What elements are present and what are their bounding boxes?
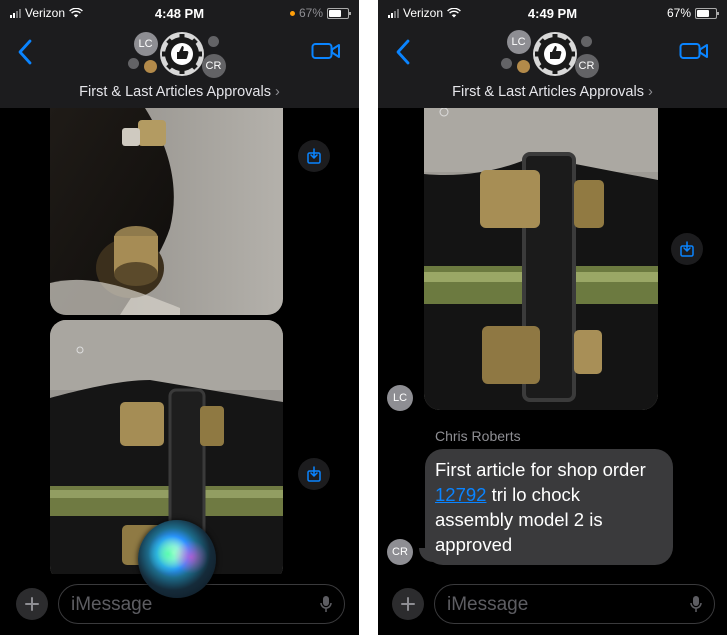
battery-percent: 67%	[666, 6, 691, 20]
sender-name: Chris Roberts	[435, 428, 521, 444]
save-photo-button[interactable]	[298, 140, 330, 172]
battery-group: 67%	[666, 6, 719, 20]
conversation-title-text: First & Last Articles Approvals	[79, 84, 271, 100]
avatar: CR	[574, 54, 599, 78]
conversation-title-text: First & Last Articles Approvals	[452, 84, 644, 100]
plus-icon	[25, 597, 39, 611]
plus-icon	[401, 597, 415, 611]
message-composer: iMessage	[378, 574, 727, 635]
message-photo[interactable]	[50, 108, 283, 315]
download-icon	[307, 148, 321, 164]
video-camera-icon[interactable]	[311, 40, 341, 62]
group-photo	[159, 32, 204, 76]
sender-avatar[interactable]: CR	[387, 539, 413, 565]
left-phone-screen: Verizon 4:48 PM 67% LC CR First & Last A…	[0, 0, 359, 635]
avatar-small	[580, 36, 592, 47]
message-input[interactable]: iMessage	[58, 584, 345, 624]
message-input-placeholder: iMessage	[71, 594, 153, 615]
gear-thumbs-up-icon	[161, 34, 202, 74]
microphone-icon[interactable]	[320, 595, 332, 613]
gear-thumbs-up-icon	[534, 34, 575, 74]
avatar-small-photo	[516, 60, 530, 73]
battery-icon	[695, 7, 719, 19]
avatar: LC	[506, 30, 531, 54]
battery-icon	[327, 7, 351, 19]
right-phone-screen: Verizon 4:49 PM 67% LC CR First & Last A…	[378, 0, 727, 635]
conversation-header: Verizon 4:49 PM 67% LC CR First & Last A…	[378, 0, 727, 108]
message-input-placeholder: iMessage	[447, 594, 529, 615]
privacy-indicator-dot	[289, 10, 295, 16]
siri-orb-icon[interactable]	[138, 520, 216, 598]
message-bubble[interactable]: First article for shop order 12792 tri l…	[425, 449, 673, 565]
message-photo[interactable]	[424, 108, 658, 410]
battery-percent: 67%	[298, 6, 323, 20]
save-photo-button[interactable]	[298, 458, 330, 490]
apps-plus-button[interactable]	[16, 588, 48, 620]
download-icon	[680, 241, 694, 257]
save-photo-button[interactable]	[671, 233, 703, 265]
avatar: CR	[201, 54, 226, 78]
battery-group: 67%	[289, 6, 351, 20]
message-text-part: First article for shop order	[435, 459, 646, 480]
conversation-header: Verizon 4:48 PM 67% LC CR First & Last A…	[0, 0, 359, 108]
message-input[interactable]: iMessage	[434, 584, 715, 624]
photo-image	[50, 108, 283, 315]
avatar: LC	[133, 32, 158, 56]
group-avatar-cluster[interactable]: LC CR	[493, 26, 613, 82]
sender-avatar[interactable]: LC	[387, 385, 413, 411]
shop-order-link[interactable]: 12792	[435, 484, 486, 505]
chevron-right-icon: ›	[274, 84, 280, 100]
group-avatar-cluster[interactable]: LC CR	[120, 26, 240, 82]
apps-plus-button[interactable]	[392, 588, 424, 620]
microphone-icon[interactable]	[690, 595, 702, 613]
conversation-title[interactable]: First & Last Articles Approvals ›	[0, 84, 359, 100]
video-camera-icon[interactable]	[679, 40, 709, 62]
download-icon	[307, 466, 321, 482]
group-photo	[532, 32, 577, 76]
chevron-left-icon[interactable]	[392, 38, 416, 66]
chevron-right-icon: ›	[647, 84, 653, 100]
status-bar: Verizon 4:49 PM 67%	[378, 2, 727, 24]
status-bar: Verizon 4:48 PM 67%	[0, 2, 359, 24]
avatar-small	[207, 36, 219, 47]
photo-image	[424, 108, 658, 410]
avatar-small-photo	[143, 60, 157, 73]
conversation-title[interactable]: First & Last Articles Approvals ›	[378, 84, 727, 100]
avatar-small	[127, 58, 139, 69]
avatar-small	[500, 58, 512, 69]
chevron-left-icon[interactable]	[14, 38, 38, 66]
